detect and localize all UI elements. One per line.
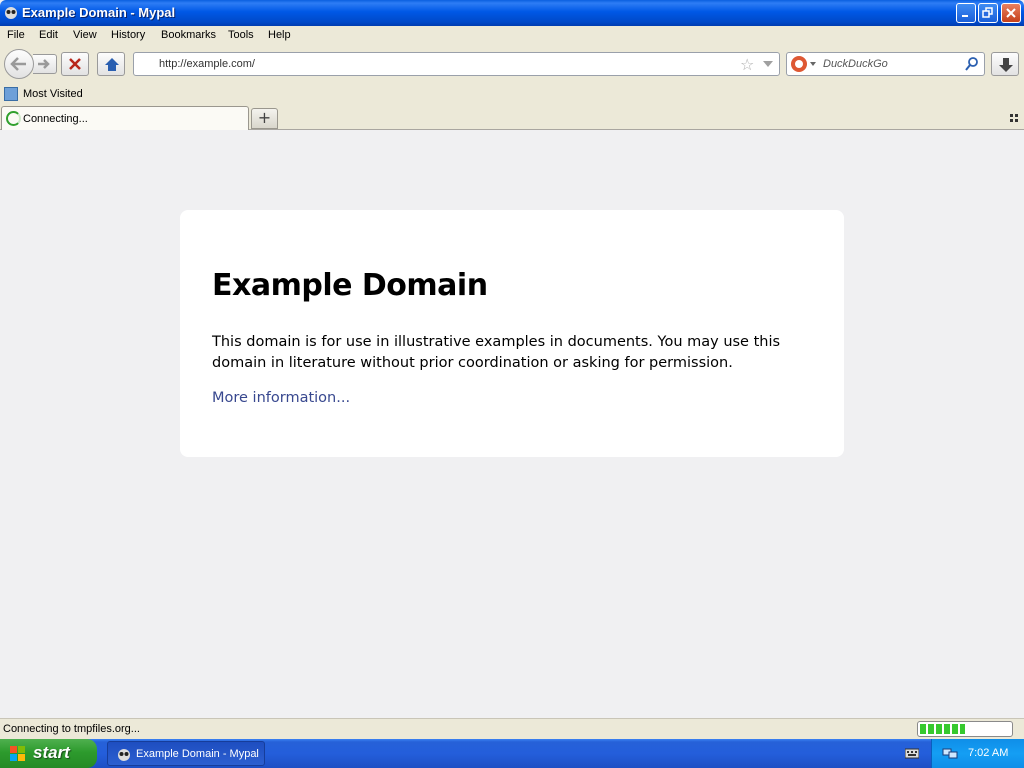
menu-help[interactable]: Help: [268, 29, 291, 41]
forward-arrow-icon: [38, 59, 50, 69]
menu-bar: File Edit View History Bookmarks Tools H…: [0, 26, 1024, 47]
menu-history[interactable]: History: [111, 29, 145, 41]
windows-flag-icon: [10, 746, 25, 761]
navigation-toolbar: http://example.com/ ☆ DuckDuckGo: [0, 46, 1024, 84]
title-bar: Example Domain - Mypal: [0, 0, 1024, 26]
home-button[interactable]: [97, 52, 125, 76]
tab-active[interactable]: Connecting...: [1, 106, 249, 130]
plus-icon: +: [257, 108, 272, 127]
window-title: Example Domain - Mypal: [22, 5, 176, 20]
page-paragraph: This domain is for use in illustrative e…: [212, 334, 781, 371]
search-input[interactable]: DuckDuckGo: [823, 58, 888, 70]
close-button[interactable]: [1001, 3, 1021, 23]
download-icon: [999, 58, 1013, 72]
start-label: start: [33, 743, 70, 762]
page-heading: Example Domain: [212, 268, 488, 303]
taskbar: start Example Domain - Mypal 7:02 AM: [0, 739, 1024, 768]
taskbar-window-label: Example Domain - Mypal: [136, 748, 259, 760]
bookmark-star-icon[interactable]: ☆: [740, 55, 754, 74]
system-tray: 7:02 AM: [931, 739, 1024, 768]
status-text: Connecting to tmpfiles.org...: [3, 723, 140, 735]
start-button[interactable]: start: [0, 739, 97, 768]
url-text[interactable]: http://example.com/: [159, 58, 255, 70]
tab-strip: Connecting... +: [0, 105, 1024, 130]
menu-view[interactable]: View: [73, 29, 97, 41]
minimize-icon: [962, 15, 968, 17]
mypal-app-icon: [118, 749, 130, 761]
url-dropdown-icon[interactable]: [763, 61, 773, 67]
close-icon: [1006, 8, 1016, 18]
most-visited-icon: [4, 87, 18, 101]
stop-button[interactable]: [61, 52, 89, 76]
new-tab-button[interactable]: +: [251, 108, 278, 129]
page-content: Example Domain This domain is for use in…: [0, 130, 1024, 718]
bookmarks-toolbar: Most Visited: [0, 84, 1024, 105]
downloads-button[interactable]: [991, 52, 1019, 76]
menu-file[interactable]: File: [7, 29, 25, 41]
restore-icon: [982, 7, 993, 18]
url-bar[interactable]: http://example.com/ ☆: [133, 52, 780, 76]
more-information-link[interactable]: More information...: [212, 390, 350, 406]
stop-icon: [69, 58, 81, 70]
loading-spinner-icon: [6, 111, 21, 126]
search-icon[interactable]: [965, 56, 979, 72]
back-arrow-icon: [10, 57, 26, 71]
menu-tools[interactable]: Tools: [228, 29, 254, 41]
network-icon[interactable]: [942, 746, 958, 760]
home-icon: [105, 58, 119, 71]
minimize-button[interactable]: [956, 3, 976, 23]
duckduckgo-icon[interactable]: [791, 56, 807, 72]
progress-fill: [920, 724, 965, 734]
content-card: Example Domain This domain is for use in…: [180, 210, 844, 457]
clock: 7:02 AM: [968, 747, 1009, 759]
back-button[interactable]: [4, 49, 34, 79]
restore-button[interactable]: [978, 3, 998, 23]
taskbar-window-button[interactable]: Example Domain - Mypal: [107, 741, 265, 766]
engine-dropdown-icon[interactable]: [810, 62, 816, 66]
forward-button[interactable]: [33, 54, 57, 74]
menu-bookmarks[interactable]: Bookmarks: [161, 29, 216, 41]
menu-edit[interactable]: Edit: [39, 29, 58, 41]
bookmark-most-visited[interactable]: Most Visited: [23, 88, 83, 100]
tab-title: Connecting...: [23, 113, 88, 125]
list-all-tabs-icon[interactable]: [1009, 113, 1019, 123]
mypal-app-icon: [5, 7, 17, 19]
search-bar[interactable]: DuckDuckGo: [786, 52, 985, 76]
status-bar: Connecting to tmpfiles.org...: [0, 718, 1024, 739]
keyboard-icon[interactable]: [905, 747, 919, 759]
loading-progress-bar: [917, 721, 1013, 737]
